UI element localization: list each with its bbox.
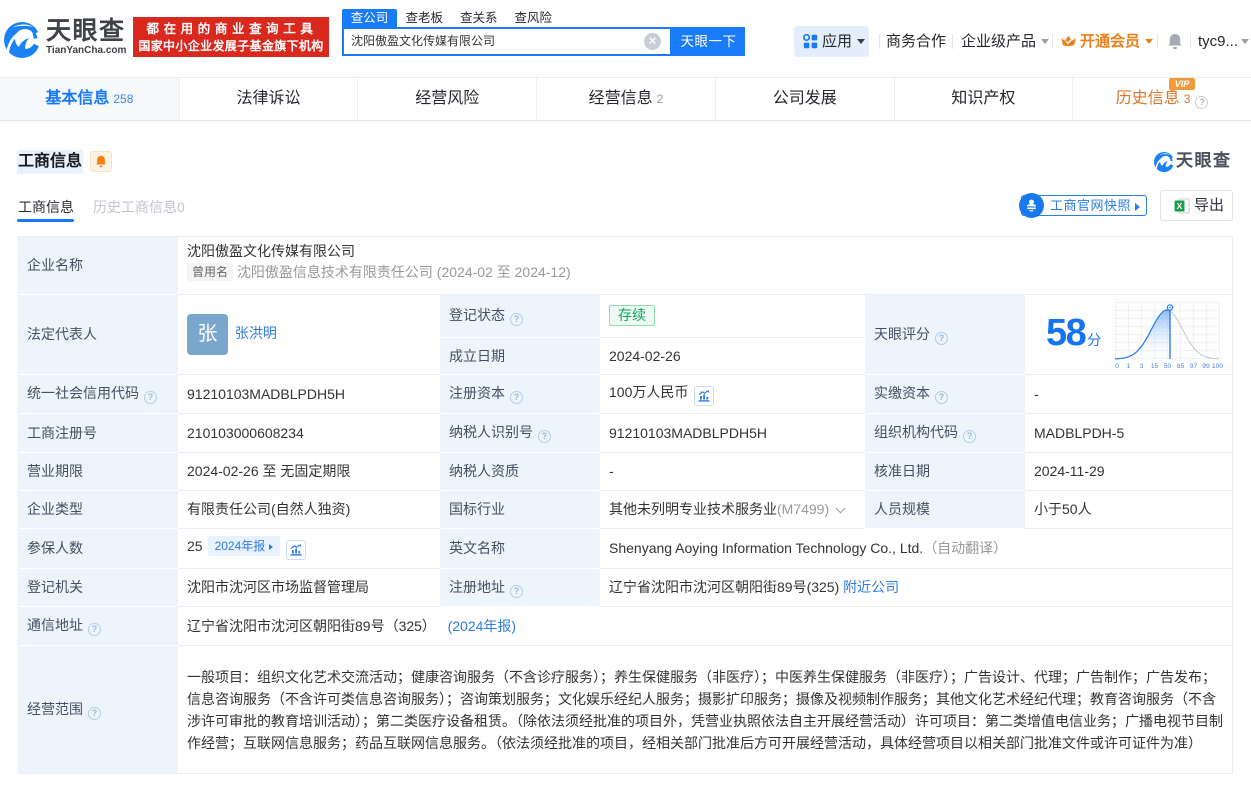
svg-text:X: X bbox=[1177, 201, 1183, 211]
svg-text:97: 97 bbox=[1190, 363, 1198, 370]
svg-text:85: 85 bbox=[1177, 363, 1185, 370]
svg-text:0: 0 bbox=[1115, 363, 1119, 370]
svg-text:100: 100 bbox=[1212, 363, 1224, 370]
svg-text:50: 50 bbox=[1164, 363, 1172, 370]
svg-text:3: 3 bbox=[1140, 363, 1144, 370]
svg-text:99: 99 bbox=[1202, 363, 1210, 370]
svg-text:1: 1 bbox=[1127, 363, 1131, 370]
svg-text:15: 15 bbox=[1151, 363, 1159, 370]
